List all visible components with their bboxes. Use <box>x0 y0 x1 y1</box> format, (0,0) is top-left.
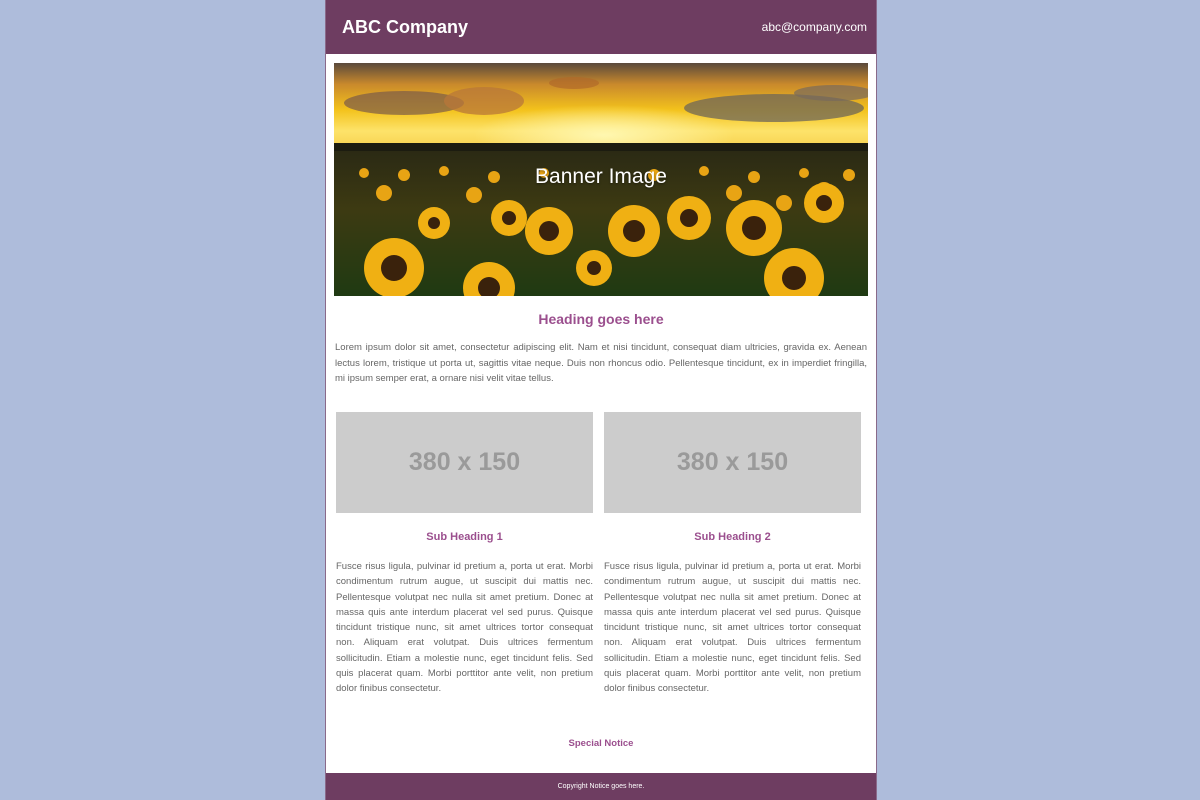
special-notice: Special Notice <box>568 738 634 749</box>
intro-paragraph: Lorem ipsum dolor sit amet, consectetur … <box>335 342 867 384</box>
column-2: 380 x 150 Sub Heading 2 Fusce risus ligu… <box>604 412 861 697</box>
banner-label: Banner Image <box>535 165 667 188</box>
main-heading: Heading goes here <box>538 311 664 327</box>
email-template: ABC Company abc@company.com Banner Image… <box>325 0 877 800</box>
banner-image: Banner Image <box>334 63 868 296</box>
column-1: 380 x 150 Sub Heading 1 Fusce risus ligu… <box>336 412 593 697</box>
email-header: ABC Company abc@company.com <box>326 0 876 54</box>
placeholder-image-1: 380 x 150 <box>336 412 593 513</box>
column-1-text: Fusce risus ligula, pulvinar id pretium … <box>336 561 593 695</box>
subheading-2: Sub Heading 2 <box>694 531 771 543</box>
placeholder-image-2: 380 x 150 <box>604 412 861 513</box>
email-footer: Copyright Notice goes here. <box>326 773 876 800</box>
copyright-notice: Copyright Notice goes here. <box>557 783 645 790</box>
company-name: ABC Company <box>342 16 469 37</box>
contact-email-link[interactable]: abc@company.com <box>762 20 867 34</box>
subheading-1: Sub Heading 1 <box>426 531 503 543</box>
column-2-text: Fusce risus ligula, pulvinar id pretium … <box>604 561 861 695</box>
